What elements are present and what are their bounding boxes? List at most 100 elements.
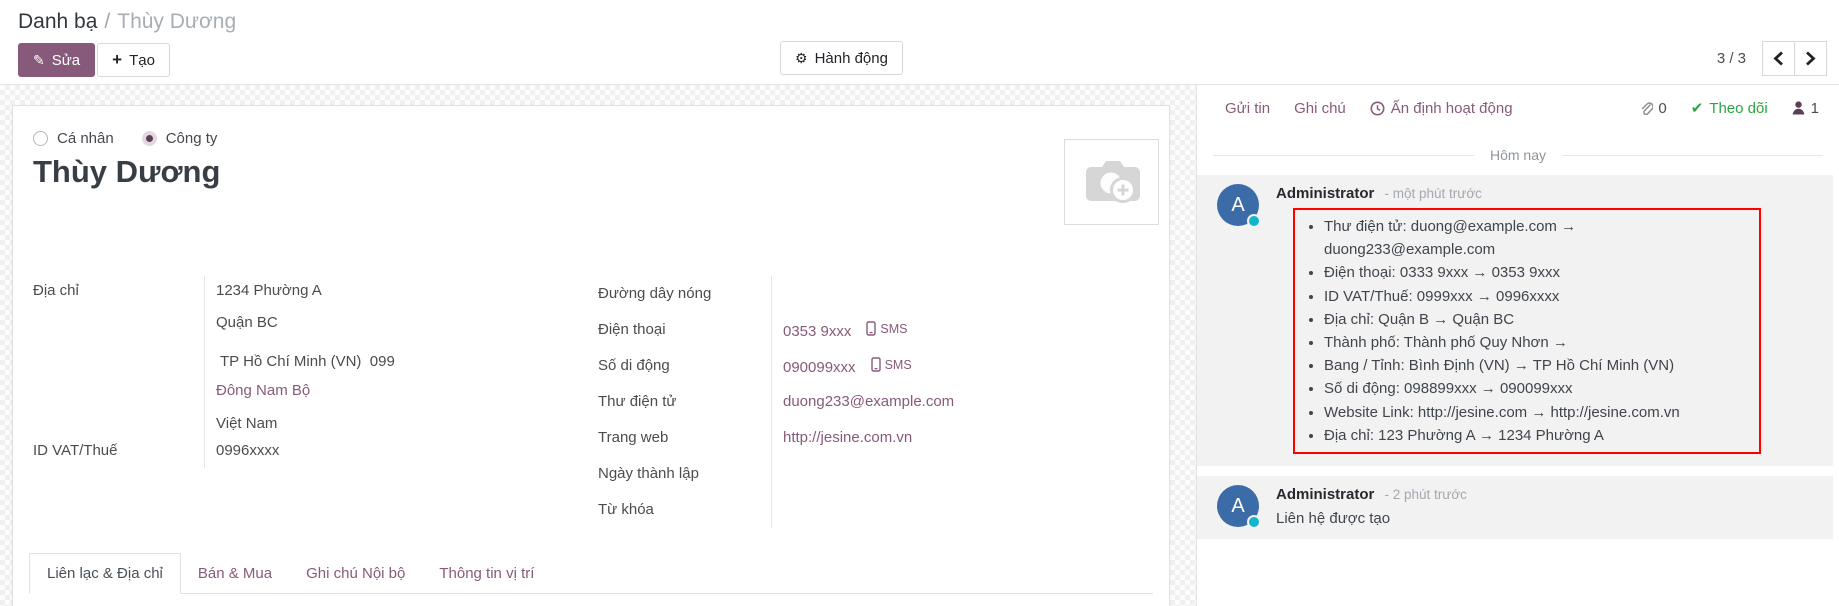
camera-plus-icon: [1081, 156, 1143, 208]
chatter-topbar: Gửi tin Ghi chú Ấn định hoạt động 0 ✔ Th…: [1197, 99, 1839, 117]
pager-previous-button[interactable]: [1762, 41, 1795, 76]
phone-sms-label: SMS: [880, 322, 907, 336]
chatter-panel: Gửi tin Ghi chú Ấn định hoạt động 0 ✔ Th…: [1196, 85, 1839, 606]
change-log-item: Thư điện tử: duong@example.com → duong23…: [1324, 215, 1751, 261]
change-log-list: Thư điện tử: duong@example.com → duong23…: [1303, 215, 1751, 447]
change-log-item: Website Link: http://jesine.com → http:/…: [1324, 401, 1751, 424]
person-icon: [1792, 101, 1805, 115]
contact-name-title: Thùy Dương: [33, 154, 220, 190]
tab-sales-purchase[interactable]: Bán & Mua: [181, 554, 289, 593]
contact-image-placeholder[interactable]: [1064, 139, 1159, 225]
message-header: Administrator - một phút trước: [1276, 185, 1819, 202]
change-log-item: Địa chỉ: Quận B → Quận BC: [1324, 308, 1751, 331]
change-log-item: ID VAT/Thuế: 0999xxx → 0996xxxx: [1324, 285, 1751, 308]
divider-line: [1562, 155, 1823, 156]
phone-link[interactable]: 0353 9xxx: [783, 323, 851, 340]
tab-internal-notes[interactable]: Ghi chú Nội bộ: [289, 554, 422, 593]
breadcrumb-root[interactable]: Danh bạ: [18, 10, 97, 33]
founding-date-label: Ngày thành lập: [598, 465, 699, 482]
clock-icon: [1370, 101, 1385, 116]
create-button[interactable]: + Tạo: [97, 43, 170, 77]
edit-button[interactable]: ✎ Sửa: [18, 43, 95, 77]
phone-row: 0353 9xxx SMS: [783, 321, 907, 340]
message-author[interactable]: Administrator: [1276, 486, 1374, 503]
chevron-left-icon: [1773, 51, 1784, 66]
website-label: Trang web: [598, 429, 668, 446]
tab-contacts-addresses[interactable]: Liên lạc & Địa chỉ: [29, 553, 181, 594]
phone-sms-button[interactable]: SMS: [866, 321, 907, 336]
address-street: 1234 Phường A: [216, 282, 322, 299]
action-menu-label: Hành động: [815, 50, 888, 67]
change-log-highlight-box: Thư điện tử: duong@example.com → duong23…: [1293, 208, 1761, 454]
radio-individual[interactable]: Cá nhân: [33, 130, 114, 147]
schedule-activity-button[interactable]: Ấn định hoạt động: [1370, 100, 1513, 117]
breadcrumb-separator: /: [104, 10, 110, 33]
avatar: A: [1217, 485, 1259, 527]
plus-icon: +: [112, 50, 122, 70]
vat-value: 0996xxxx: [216, 442, 279, 459]
chatter-topbar-right: 0 ✔ Theo dõi 1: [1639, 99, 1819, 117]
online-status-dot: [1247, 214, 1261, 228]
address-label: Địa chỉ: [33, 282, 79, 299]
tags-label: Từ khóa: [598, 501, 654, 518]
address-region-link[interactable]: Đông Nam Bộ: [216, 382, 310, 399]
main-content: Cá nhân Công ty Thùy Dương: [0, 85, 1839, 606]
change-log-item: Thành phố: Thành phố Quy Nhơn →: [1324, 331, 1751, 354]
tab-location-info[interactable]: Thông tin vị trí: [422, 554, 551, 593]
message-timestamp: - một phút trước: [1385, 186, 1482, 201]
email-link[interactable]: duong233@example.com: [783, 393, 954, 410]
vat-label: ID VAT/Thuế: [33, 442, 117, 459]
action-menu-button[interactable]: ⚙ Hành động: [780, 41, 903, 75]
followers-button[interactable]: 1: [1792, 100, 1819, 117]
change-log-item: Bang / Tỉnh: Bình Định (VN) → TP Hồ Chí …: [1324, 354, 1751, 377]
right-column-separator: [771, 276, 772, 528]
message-timestamp: - 2 phút trước: [1385, 487, 1467, 502]
follow-button[interactable]: ✔ Theo dõi: [1691, 99, 1768, 117]
mobile-sms-button[interactable]: SMS: [871, 357, 912, 372]
mobile-link[interactable]: 090099xxx: [783, 359, 856, 376]
radio-company-circle[interactable]: [142, 131, 157, 146]
change-log-item: Địa chỉ: 123 Phường A → 1234 Phường A: [1324, 424, 1751, 447]
message-author[interactable]: Administrator: [1276, 185, 1374, 202]
control-panel-buttons: ✎ Sửa + Tạo: [18, 43, 170, 77]
address-city-state-zip: TP Hồ Chí Minh (VN) 099: [220, 353, 395, 370]
avatar: A: [1217, 184, 1259, 226]
mobile-sms-label: SMS: [885, 358, 912, 372]
gear-icon: ⚙: [795, 51, 808, 65]
avatar-initial: A: [1231, 194, 1244, 217]
radio-individual-label: Cá nhân: [57, 130, 114, 147]
date-divider-label: Hôm nay: [1490, 147, 1546, 163]
hotline-label: Đường dây nóng: [598, 285, 711, 302]
paperclip-icon: [1639, 100, 1653, 116]
pager-next-button[interactable]: [1794, 41, 1827, 76]
website-link[interactable]: http://jesine.com.vn: [783, 429, 912, 446]
chatter-message: A Administrator - 2 phút trước Liên hệ đ…: [1197, 476, 1833, 539]
change-log-item: Số di động: 098899xxx → 090099xxx: [1324, 377, 1751, 400]
log-note-button[interactable]: Ghi chú: [1294, 100, 1346, 117]
radio-individual-circle[interactable]: [33, 131, 48, 146]
attachment-count: 0: [1658, 100, 1666, 117]
create-button-label: Tạo: [129, 52, 155, 69]
contact-form-sheet: Cá nhân Công ty Thùy Dương: [12, 105, 1170, 606]
follower-count: 1: [1811, 100, 1819, 117]
chevron-right-icon: [1805, 51, 1816, 66]
breadcrumb-current: Thùy Dương: [117, 10, 236, 33]
radio-company[interactable]: Công ty: [142, 130, 218, 147]
message-header: Administrator - 2 phút trước: [1276, 486, 1819, 503]
attachments-button[interactable]: 0: [1639, 100, 1666, 117]
send-message-button[interactable]: Gửi tin: [1225, 100, 1270, 117]
pager-counter: 3 / 3: [1717, 50, 1746, 67]
radio-company-label: Công ty: [166, 130, 218, 147]
control-panel: Danh bạ / Thùy Dương ✎ Sửa + Tạo ⚙ Hành độ…: [0, 0, 1839, 85]
email-label: Thư điện tử: [598, 393, 676, 410]
mobile-icon: [871, 357, 881, 372]
message-body: Liên hệ được tạo: [1276, 510, 1819, 527]
edit-button-label: Sửa: [52, 52, 80, 69]
pager-buttons: [1762, 41, 1827, 76]
follow-label: Theo dõi: [1709, 100, 1767, 117]
phone-label: Điện thoại: [598, 321, 666, 338]
address-street2: Quận BC: [216, 314, 278, 331]
date-divider: Hôm nay: [1213, 147, 1823, 163]
pager: 3 / 3: [1717, 41, 1827, 76]
notebook-tabs: Liên lạc & Địa chỉ Bán & Mua Ghi chú Nội…: [29, 553, 1153, 594]
